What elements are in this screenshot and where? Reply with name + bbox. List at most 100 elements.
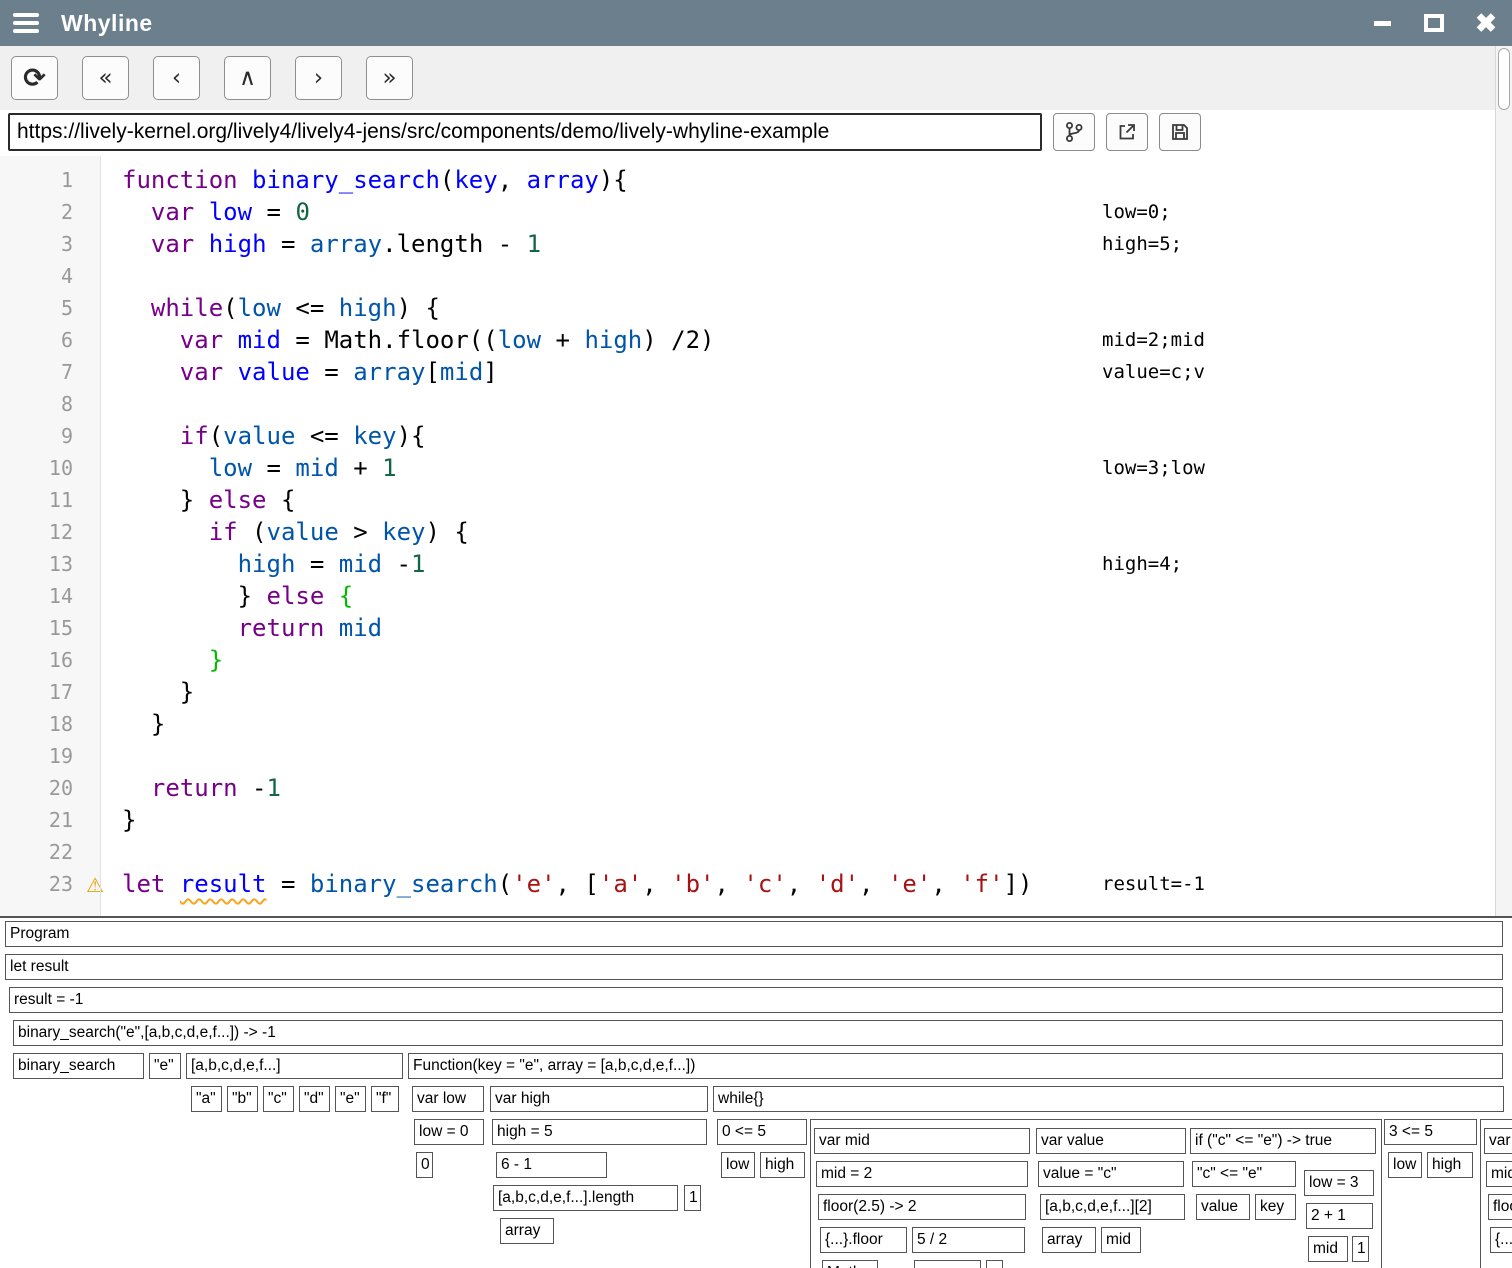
trace-node[interactable]: "b" — [227, 1086, 258, 1112]
trace-node[interactable]: var mid — [814, 1128, 1030, 1154]
code-line[interactable]: 22 — [0, 836, 1512, 868]
line-number: 6 — [0, 324, 100, 356]
code-line[interactable]: 19 — [0, 740, 1512, 772]
scrollbar[interactable] — [1495, 46, 1512, 916]
trace-node[interactable]: if ("c" <= "e") -> true — [1190, 1128, 1376, 1154]
trace-node[interactable]: mid = 4 — [1486, 1161, 1512, 1187]
trace-node[interactable]: {...}.floor — [1490, 1227, 1512, 1253]
trace-node[interactable]: "e" — [335, 1086, 366, 1112]
trace-node[interactable]: {...}.floor — [820, 1227, 907, 1253]
version-history-button[interactable] — [1053, 113, 1095, 151]
code-line[interactable]: 3 var high = array.length - 1high=5; — [0, 228, 1512, 260]
trace-node[interactable]: high — [1427, 1152, 1473, 1178]
trace-node[interactable]: low — [1388, 1152, 1422, 1178]
code-line[interactable]: 6 var mid = Math.floor((low + high) /2)m… — [0, 324, 1512, 356]
code-line[interactable]: 23⚠let result = binary_search('e', ['a',… — [0, 868, 1512, 900]
code-line[interactable]: 2 var low = 0low=0; — [0, 196, 1512, 228]
code-line[interactable]: 1function binary_search(key, array){ — [0, 164, 1512, 196]
code-line[interactable]: 5 while(low <= high) { — [0, 292, 1512, 324]
trace-node[interactable]: low — [721, 1152, 755, 1178]
refresh-button[interactable]: ⟳ — [11, 56, 58, 100]
trace-node[interactable]: "c" — [263, 1086, 294, 1112]
menu-icon[interactable] — [13, 13, 39, 33]
trace-node[interactable]: 2 + 1 — [1306, 1203, 1373, 1229]
code-line[interactable]: 15 return mid — [0, 612, 1512, 644]
code-line[interactable]: 7 var value = array[mid]value=c;v — [0, 356, 1512, 388]
trace-node[interactable]: 1 — [684, 1185, 701, 1211]
trace-node[interactable]: result = -1 — [9, 987, 1503, 1013]
trace-node[interactable]: 5 / 2 — [912, 1227, 1025, 1253]
code-line[interactable]: 21} — [0, 804, 1512, 836]
trace-node[interactable]: while{} — [713, 1086, 1504, 1112]
trace-node[interactable]: binary_search("e",[a,b,c,d,e,f...]) -> -… — [13, 1020, 1503, 1046]
trace-node[interactable] — [986, 1260, 1003, 1268]
trace-node[interactable]: high = 5 — [492, 1119, 707, 1145]
trace-node[interactable]: [a,b,c,d,e,f...][2] — [1040, 1194, 1185, 1220]
save-button[interactable] — [1159, 113, 1201, 151]
trace-node[interactable]: 1 — [1352, 1236, 1369, 1262]
trace-node[interactable]: low = 3 — [1304, 1170, 1374, 1196]
inline-annotation: high=5; — [1102, 229, 1182, 259]
trace-node[interactable]: var value — [1036, 1128, 1186, 1154]
nav-first-button[interactable]: « — [82, 56, 129, 100]
nav-up-button[interactable]: ∧ — [224, 56, 271, 100]
trace-node[interactable]: [a,b,c,d,e,f...].length — [493, 1185, 678, 1211]
code-editor[interactable]: 1function binary_search(key, array){2 va… — [0, 156, 1512, 916]
code-line[interactable]: 11 } else { — [0, 484, 1512, 516]
trace-node[interactable]: "e" — [149, 1053, 181, 1079]
minimize-button[interactable] — [1356, 0, 1408, 46]
code-line[interactable]: 8 — [0, 388, 1512, 420]
open-external-button[interactable] — [1106, 113, 1148, 151]
trace-node[interactable]: 0 <= 5 — [717, 1119, 807, 1145]
trace-node[interactable]: Math — [822, 1260, 878, 1268]
trace-node[interactable]: var low — [412, 1086, 484, 1112]
trace-node[interactable]: var mid — [1484, 1128, 1512, 1154]
trace-node[interactable]: binary_search — [13, 1053, 144, 1079]
trace-node[interactable]: low = 0 — [414, 1119, 484, 1145]
close-button[interactable]: ✖ — [1460, 0, 1512, 46]
trace-node[interactable]: "d" — [299, 1086, 330, 1112]
trace-node[interactable]: array — [1042, 1227, 1096, 1253]
trace-node[interactable]: "a" — [191, 1086, 222, 1112]
code-line[interactable]: 18 } — [0, 708, 1512, 740]
warning-icon[interactable]: ⚠ — [86, 869, 104, 901]
code-line[interactable]: 9 if(value <= key){ — [0, 420, 1512, 452]
code-line[interactable]: 17 } — [0, 676, 1512, 708]
trace-node[interactable]: mid — [1308, 1236, 1348, 1262]
trace-node[interactable]: [a,b,c,d,e,f...] — [186, 1053, 403, 1079]
trace-node[interactable]: 3 <= 5 — [1384, 1119, 1477, 1145]
trace-node[interactable]: "c" <= "e" — [1192, 1161, 1296, 1187]
code-line[interactable]: 12 if (value > key) { — [0, 516, 1512, 548]
trace-node[interactable]: array — [500, 1218, 554, 1244]
code-line[interactable]: 10 low = mid + 1low=3;low — [0, 452, 1512, 484]
code-line[interactable]: 4 — [0, 260, 1512, 292]
maximize-button[interactable] — [1408, 0, 1460, 46]
trace-node[interactable] — [914, 1260, 981, 1268]
trace-node[interactable]: high — [760, 1152, 805, 1178]
double-chevron-left-icon: « — [98, 65, 112, 91]
trace-node[interactable]: mid = 2 — [816, 1161, 1028, 1187]
trace-node[interactable]: Program — [5, 921, 1503, 947]
nav-back-button[interactable]: ‹ — [153, 56, 200, 100]
trace-node[interactable]: value — [1196, 1194, 1250, 1220]
scrollbar-thumb[interactable] — [1498, 48, 1510, 110]
trace-node[interactable]: floor(4) -> 4 — [1488, 1194, 1512, 1220]
nav-forward-button[interactable]: › — [295, 56, 342, 100]
nav-last-button[interactable]: » — [366, 56, 413, 100]
trace-node[interactable]: "f" — [371, 1086, 399, 1112]
trace-node[interactable]: var high — [490, 1086, 708, 1112]
code-line[interactable]: 13 high = mid -1high=4; — [0, 548, 1512, 580]
code-line[interactable]: 20 return -1 — [0, 772, 1512, 804]
trace-node[interactable]: let result — [5, 954, 1503, 980]
code-line[interactable]: 16 } — [0, 644, 1512, 676]
trace-node[interactable]: value = "c" — [1038, 1161, 1184, 1187]
code-line[interactable]: 14 } else { — [0, 580, 1512, 612]
code-text: while(low <= high) { — [100, 292, 440, 324]
url-input[interactable] — [8, 113, 1042, 151]
trace-node[interactable]: floor(2.5) -> 2 — [818, 1194, 1026, 1220]
trace-node[interactable]: 0 — [416, 1152, 433, 1178]
trace-node[interactable]: Function(key = "e", array = [a,b,c,d,e,f… — [408, 1053, 1503, 1079]
trace-node[interactable]: 6 - 1 — [496, 1152, 607, 1178]
trace-node[interactable]: mid — [1101, 1227, 1141, 1253]
trace-node[interactable]: key — [1255, 1194, 1296, 1220]
